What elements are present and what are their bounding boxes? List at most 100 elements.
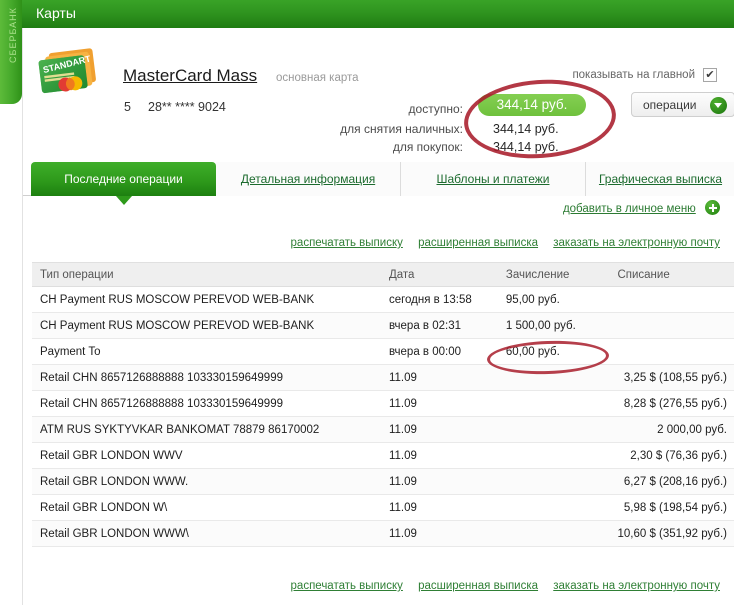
add-to-personal-menu-row: добавить в личное меню	[563, 200, 720, 215]
tab-detailed-information[interactable]: Детальная информация	[216, 162, 401, 196]
transaction-credit	[497, 442, 610, 469]
page-title: Карты	[36, 5, 76, 21]
transaction-debit: 10,60 $ (351,92 руб.)	[609, 520, 734, 547]
transaction-date: сегодня в 13:58	[380, 286, 498, 313]
email-statement-link-top[interactable]: заказать на электронную почту	[553, 237, 720, 249]
transaction-date: 11.09	[380, 520, 498, 547]
cash-withdrawal-limit-label: для снятия наличных:	[340, 122, 463, 136]
transaction-debit: 2 000,00 руб.	[609, 416, 734, 443]
column-header-credit[interactable]: Зачисление	[497, 262, 610, 287]
transaction-type: Retail GBR LONDON WWV	[32, 442, 381, 469]
table-row[interactable]: Retail GBR LONDON WWW\ 11.09 10,60 $ (351,…	[32, 520, 734, 547]
table-row[interactable]: CH Payment RUS MOSCOW PEREVOD WEB-BANK се…	[32, 286, 734, 313]
transaction-date: вчера в 02:31	[380, 312, 498, 339]
transaction-type: Retail CHN 8657126888888 103330159649999	[32, 364, 381, 391]
tab-templates-and-payments-label: Шаблоны и платежи	[436, 172, 550, 186]
table-row[interactable]: Retail GBR LONDON W\ 11.09 5,98 $ (198,54 …	[32, 494, 734, 521]
print-statement-link-bottom[interactable]: распечатать выписку	[291, 580, 403, 592]
transaction-debit: 5,98 $ (198,54 руб.)	[609, 494, 734, 521]
extended-statement-link-top[interactable]: расширенная выписка	[418, 237, 538, 249]
tab-bar: Последние операции Детальная информация …	[23, 162, 734, 205]
add-to-personal-menu-link[interactable]: добавить в личное меню	[563, 203, 696, 215]
transaction-date: вчера в 00:00	[380, 338, 498, 365]
table-row[interactable]: Payment To вчера в 00:00 60,00 руб.	[32, 338, 734, 365]
statement-links-top: распечатать выписку расширенная выписка …	[279, 237, 720, 249]
transaction-credit: 1 500,00 руб.	[497, 312, 610, 339]
tab-graphical-statement-label: Графическая выписка	[598, 172, 723, 186]
tab-detailed-information-label: Детальная информация	[240, 172, 376, 186]
column-header-debit[interactable]: Списание	[609, 262, 734, 287]
transaction-type: Retail CHN 8657126888888 103330159649999	[32, 390, 381, 417]
card-sequence-number: 5	[124, 100, 131, 114]
operations-button-label: операции	[643, 98, 697, 112]
transaction-date: 11.09	[380, 494, 498, 521]
print-statement-link-top[interactable]: распечатать выписку	[291, 237, 403, 249]
transaction-credit	[497, 416, 610, 443]
transaction-credit	[497, 520, 610, 547]
transaction-credit	[497, 364, 610, 391]
available-balance-label: доступно:	[408, 102, 463, 116]
transaction-type: Payment To	[32, 338, 381, 365]
transactions-table-head: Тип операции Дата Зачисление Списание	[32, 262, 734, 287]
transaction-date: 11.09	[380, 468, 498, 495]
transaction-debit	[609, 312, 734, 339]
transaction-date: 11.09	[380, 390, 498, 417]
table-row[interactable]: CH Payment RUS MOSCOW PEREVOD WEB-BANK вч…	[32, 312, 734, 339]
card-summary-block: STANDART MasterCard Mass основная карта …	[23, 28, 734, 164]
tab-last-operations-label: Последние операции	[64, 172, 183, 186]
table-row[interactable]: ATM RUS SYKTYVKAR BANKOMAT 78879 8617000…	[32, 416, 734, 443]
cash-withdrawal-limit-value: 344,14 руб.	[493, 122, 559, 136]
email-statement-link-bottom[interactable]: заказать на электронную почту	[553, 580, 720, 592]
card-masked-number: 28** **** 9024	[148, 100, 226, 114]
show-on-main-label: показывать на главной	[572, 69, 695, 81]
main-panel: STANDART MasterCard Mass основная карта …	[22, 28, 734, 605]
bank-card-image: STANDART	[38, 48, 96, 94]
transaction-type: CH Payment RUS MOSCOW PEREVOD WEB-BANK	[32, 286, 381, 313]
card-subtitle: основная карта	[276, 72, 359, 84]
transaction-credit	[497, 390, 610, 417]
show-on-main-checkbox[interactable]: ✔	[703, 68, 717, 82]
transaction-debit: 6,27 $ (208,16 руб.)	[609, 468, 734, 495]
transaction-credit: 95,00 руб.	[497, 286, 610, 313]
transaction-debit: 8,28 $ (276,55 руб.)	[609, 390, 734, 417]
table-row[interactable]: Retail GBR LONDON WWW. 11.09 6,27 $ (208,1…	[32, 468, 734, 495]
transaction-type: Retail GBR LONDON WWW\	[32, 520, 381, 547]
extended-statement-link-bottom[interactable]: расширенная выписка	[418, 580, 538, 592]
tab-graphical-statement[interactable]: Графическая выписка	[586, 162, 734, 196]
transaction-type: Retail GBR LONDON W\	[32, 494, 381, 521]
tab-last-operations[interactable]: Последние операции	[31, 162, 216, 196]
table-row[interactable]: Retail CHN 8657126888888 103330159649999…	[32, 390, 734, 417]
transaction-type: ATM RUS SYKTYVKAR BANKOMAT 78879 8617000…	[32, 416, 381, 443]
card-name-link[interactable]: MasterCard Mass	[123, 66, 257, 86]
transaction-type: Retail GBR LONDON WWW.	[32, 468, 381, 495]
transaction-credit	[497, 494, 610, 521]
purchases-limit-label: для покупок:	[392, 140, 463, 154]
transaction-credit: 60,00 руб.	[497, 338, 610, 365]
available-balance-value: 344,14 руб.	[478, 94, 586, 116]
sidebar-vertical-tab[interactable]: СБЕРБАНК	[0, 0, 22, 104]
transaction-debit: 2,30 $ (76,36 руб.)	[609, 442, 734, 469]
chevron-down-icon	[710, 97, 727, 114]
page-header: Карты	[22, 0, 734, 28]
transaction-date: 11.09	[380, 364, 498, 391]
transaction-debit	[609, 286, 734, 313]
transaction-type: CH Payment RUS MOSCOW PEREVOD WEB-BANK	[32, 312, 381, 339]
sidebar-vertical-tab-label: СБЕРБАНК	[8, 7, 18, 63]
transaction-date: 11.09	[380, 416, 498, 443]
statement-links-bottom: распечатать выписку расширенная выписка …	[279, 580, 720, 592]
column-header-date[interactable]: Дата	[380, 262, 498, 287]
transaction-debit	[609, 338, 734, 365]
transaction-date: 11.09	[380, 442, 498, 469]
transactions-table-body: CH Payment RUS MOSCOW PEREVOD WEB-BANK се…	[32, 286, 734, 547]
table-row[interactable]: Retail CHN 8657126888888 103330159649999…	[32, 364, 734, 391]
transactions-table: Тип операции Дата Зачисление Списание CH…	[32, 262, 734, 547]
plus-icon[interactable]	[705, 200, 720, 215]
purchases-limit-value: 344,14 руб.	[493, 140, 559, 154]
transaction-debit: 3,25 $ (108,55 руб.)	[609, 364, 734, 391]
active-tab-arrow-icon	[116, 196, 132, 205]
operations-button[interactable]: операции	[631, 92, 734, 117]
table-row[interactable]: Retail GBR LONDON WWV 11.09 2,30 $ (76,36 …	[32, 442, 734, 469]
transaction-credit	[497, 468, 610, 495]
column-header-type[interactable]: Тип операции	[32, 262, 381, 287]
tab-templates-and-payments[interactable]: Шаблоны и платежи	[401, 162, 586, 196]
